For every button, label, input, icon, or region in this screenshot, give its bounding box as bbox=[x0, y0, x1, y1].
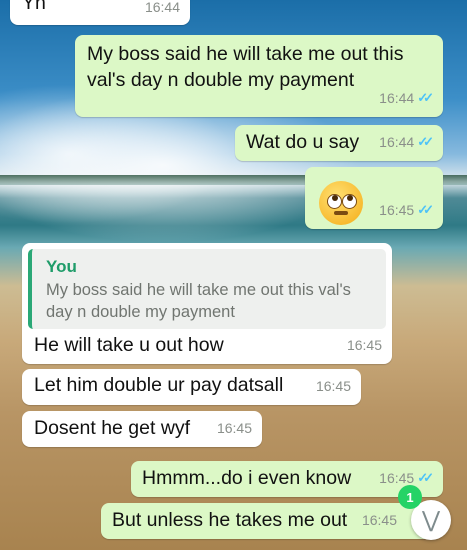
read-receipt-icon: ✓✓ bbox=[417, 90, 434, 105]
message-time: 16:44 bbox=[144, 0, 180, 15]
message-text: Yh bbox=[22, 0, 46, 14]
message-bubble-outgoing[interactable]: My boss said he will take me out this va… bbox=[75, 35, 443, 117]
message-bubble-outgoing[interactable]: Wat do u say 16:44 ✓✓ bbox=[235, 125, 443, 161]
message-bubble-incoming[interactable]: You My boss said he will take me out thi… bbox=[22, 243, 392, 364]
rolling-eyes-emoji-icon bbox=[319, 181, 363, 225]
message-bubble-incoming[interactable]: Yh 16:44 bbox=[10, 0, 190, 25]
message-bubble-outgoing[interactable]: 16:45 ✓✓ bbox=[305, 167, 443, 229]
message-text: Let him double ur pay datsall bbox=[34, 374, 284, 396]
read-receipt-icon: ✓✓ bbox=[417, 134, 434, 149]
message-text: Wat do u say bbox=[246, 131, 360, 153]
message-bubble-outgoing[interactable]: Hmmm...do i even know 16:45 ✓✓ bbox=[131, 461, 443, 497]
quote-text: My boss said he will take me out this va… bbox=[46, 281, 351, 321]
message-bubble-outgoing[interactable]: But unless he takes me out 16:45 bbox=[101, 503, 443, 539]
message-text: He will take u out how bbox=[34, 334, 224, 356]
message-time: 16:45 bbox=[315, 378, 351, 394]
message-time: 16:44 bbox=[379, 134, 415, 150]
message-meta: 16:45 bbox=[316, 373, 351, 399]
message-time: 16:45 bbox=[346, 337, 382, 353]
message-time: 16:45 bbox=[379, 202, 415, 218]
message-meta: 16:45 bbox=[362, 507, 397, 533]
read-receipt-icon: ✓✓ bbox=[417, 202, 434, 217]
quoted-message[interactable]: You My boss said he will take me out thi… bbox=[28, 249, 386, 329]
message-meta: 16:45 ✓✓ bbox=[379, 197, 434, 223]
message-text: Hmmm...do i even know bbox=[142, 467, 352, 489]
chevron-double-down-icon: ⋁ bbox=[421, 507, 441, 532]
message-time: 16:44 bbox=[379, 90, 415, 106]
message-time: 16:45 bbox=[361, 512, 397, 528]
message-text: Dosent he get wyf bbox=[34, 417, 191, 439]
message-meta: 16:44 ✓✓ bbox=[379, 85, 434, 111]
message-meta: 16:44 bbox=[145, 0, 180, 20]
message-meta: 16:44 ✓✓ bbox=[379, 129, 434, 155]
message-bubble-incoming[interactable]: Let him double ur pay datsall 16:45 bbox=[22, 369, 361, 405]
message-bubble-incoming[interactable]: Dosent he get wyf 16:45 bbox=[22, 411, 262, 447]
quote-author: You bbox=[46, 257, 77, 276]
unread-count-badge: 1 bbox=[398, 485, 422, 509]
message-text: But unless he takes me out bbox=[112, 509, 348, 531]
message-time: 16:45 bbox=[216, 420, 252, 436]
read-receipt-icon: ✓✓ bbox=[417, 470, 434, 485]
message-meta: 16:45 bbox=[217, 415, 252, 441]
message-meta: 16:45 bbox=[347, 332, 382, 358]
